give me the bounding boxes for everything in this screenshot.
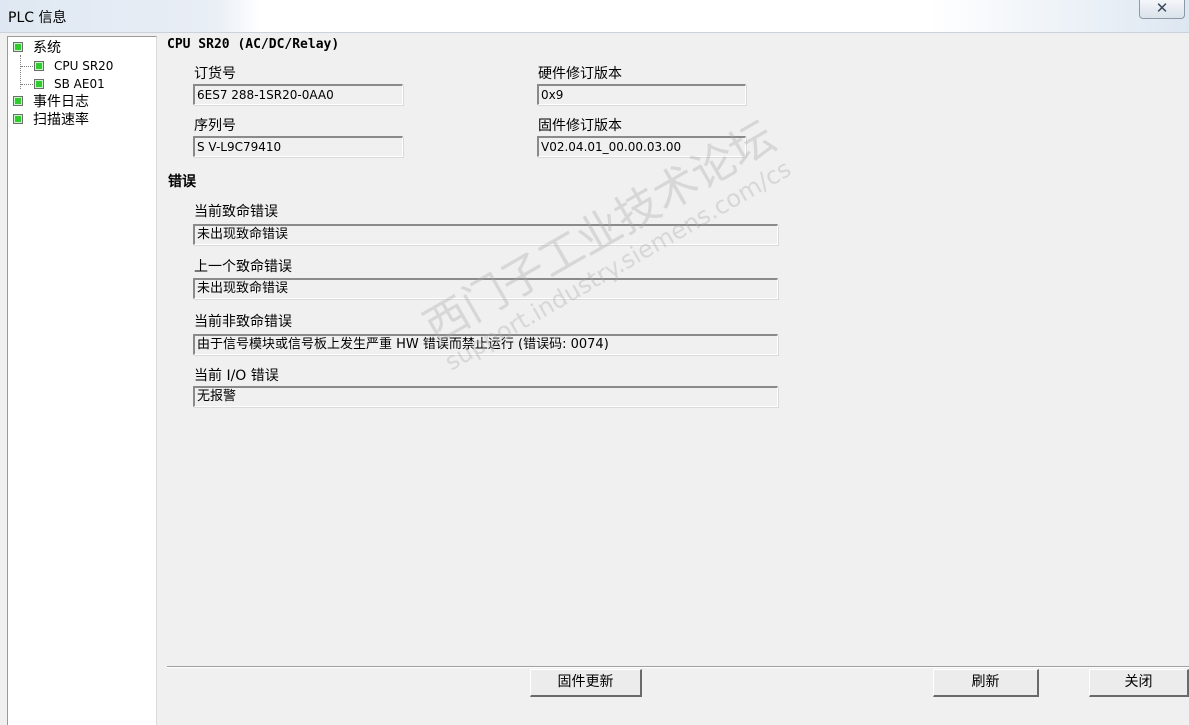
order-number-field: 6ES7 288-1SR20-0AA0: [193, 84, 403, 105]
window-title: PLC 信息: [8, 10, 67, 26]
tree-item-label: CPU SR20: [54, 59, 114, 73]
hw-revision-field: 0x9: [537, 84, 746, 105]
tree-item-label: SB AE01: [54, 77, 105, 91]
close-window-button[interactable]: ✕: [1139, 0, 1185, 19]
title-bar[interactable]: PLC 信息 ✕: [0, 0, 1189, 33]
io-error-label: 当前 I/O 错误: [194, 368, 279, 384]
info-panel: CPU SR20 (AC/DC/Relay) 订货号 6ES7 288-1SR2…: [157, 33, 1189, 725]
current-fatal-error-label: 当前致命错误: [194, 204, 278, 220]
refresh-button[interactable]: 刷新: [933, 669, 1039, 697]
status-ok-icon: [34, 61, 44, 71]
serial-number-field: S V-L9C79410: [193, 136, 403, 157]
errors-section-title: 错误: [168, 174, 196, 190]
tree-item-event-log[interactable]: 事件日志: [13, 92, 89, 110]
status-ok-icon: [13, 96, 23, 106]
close-button[interactable]: 关闭: [1089, 669, 1189, 697]
firmware-update-button[interactable]: 固件更新: [530, 669, 642, 697]
tree-item-label: 系统: [33, 40, 61, 56]
serial-number-label: 序列号: [194, 118, 236, 134]
hw-revision-label: 硬件修订版本: [538, 66, 622, 82]
close-icon: ✕: [1155, 0, 1169, 17]
navigation-tree: 系统 CPU SR20 SB AE01 事件日志 扫描速率: [7, 36, 157, 725]
previous-fatal-error-label: 上一个致命错误: [194, 259, 292, 275]
current-fatal-error-field: 未出现致命错误: [193, 224, 778, 245]
io-error-field: 无报警: [193, 386, 778, 407]
status-ok-icon: [13, 42, 23, 52]
tree-item-label: 扫描速率: [33, 112, 89, 128]
fw-revision-label: 固件修订版本: [538, 118, 622, 134]
tree-item-cpu[interactable]: CPU SR20: [34, 57, 113, 75]
current-nonfatal-error-label: 当前非致命错误: [194, 314, 292, 330]
tree-item-scan-rate[interactable]: 扫描速率: [13, 110, 89, 128]
previous-fatal-error-field: 未出现致命错误: [193, 278, 778, 299]
tree-item-system[interactable]: 系统: [13, 38, 61, 56]
status-ok-icon: [13, 114, 23, 124]
tree-item-label: 事件日志: [33, 94, 89, 110]
fw-revision-field: V02.04.01_00.00.03.00: [537, 136, 746, 157]
bottom-separator: [167, 666, 1189, 668]
device-heading: CPU SR20 (AC/DC/Relay): [167, 37, 340, 52]
order-number-label: 订货号: [194, 66, 236, 82]
status-ok-icon: [34, 79, 44, 89]
plc-info-window: PLC 信息 ✕ 系统 CPU SR20 SB AE01 事件日志 扫描速率 C…: [0, 0, 1189, 725]
current-nonfatal-error-field: 由于信号模块或信号板上发生严重 HW 错误而禁止运行 (错误码: 0074): [193, 334, 778, 355]
